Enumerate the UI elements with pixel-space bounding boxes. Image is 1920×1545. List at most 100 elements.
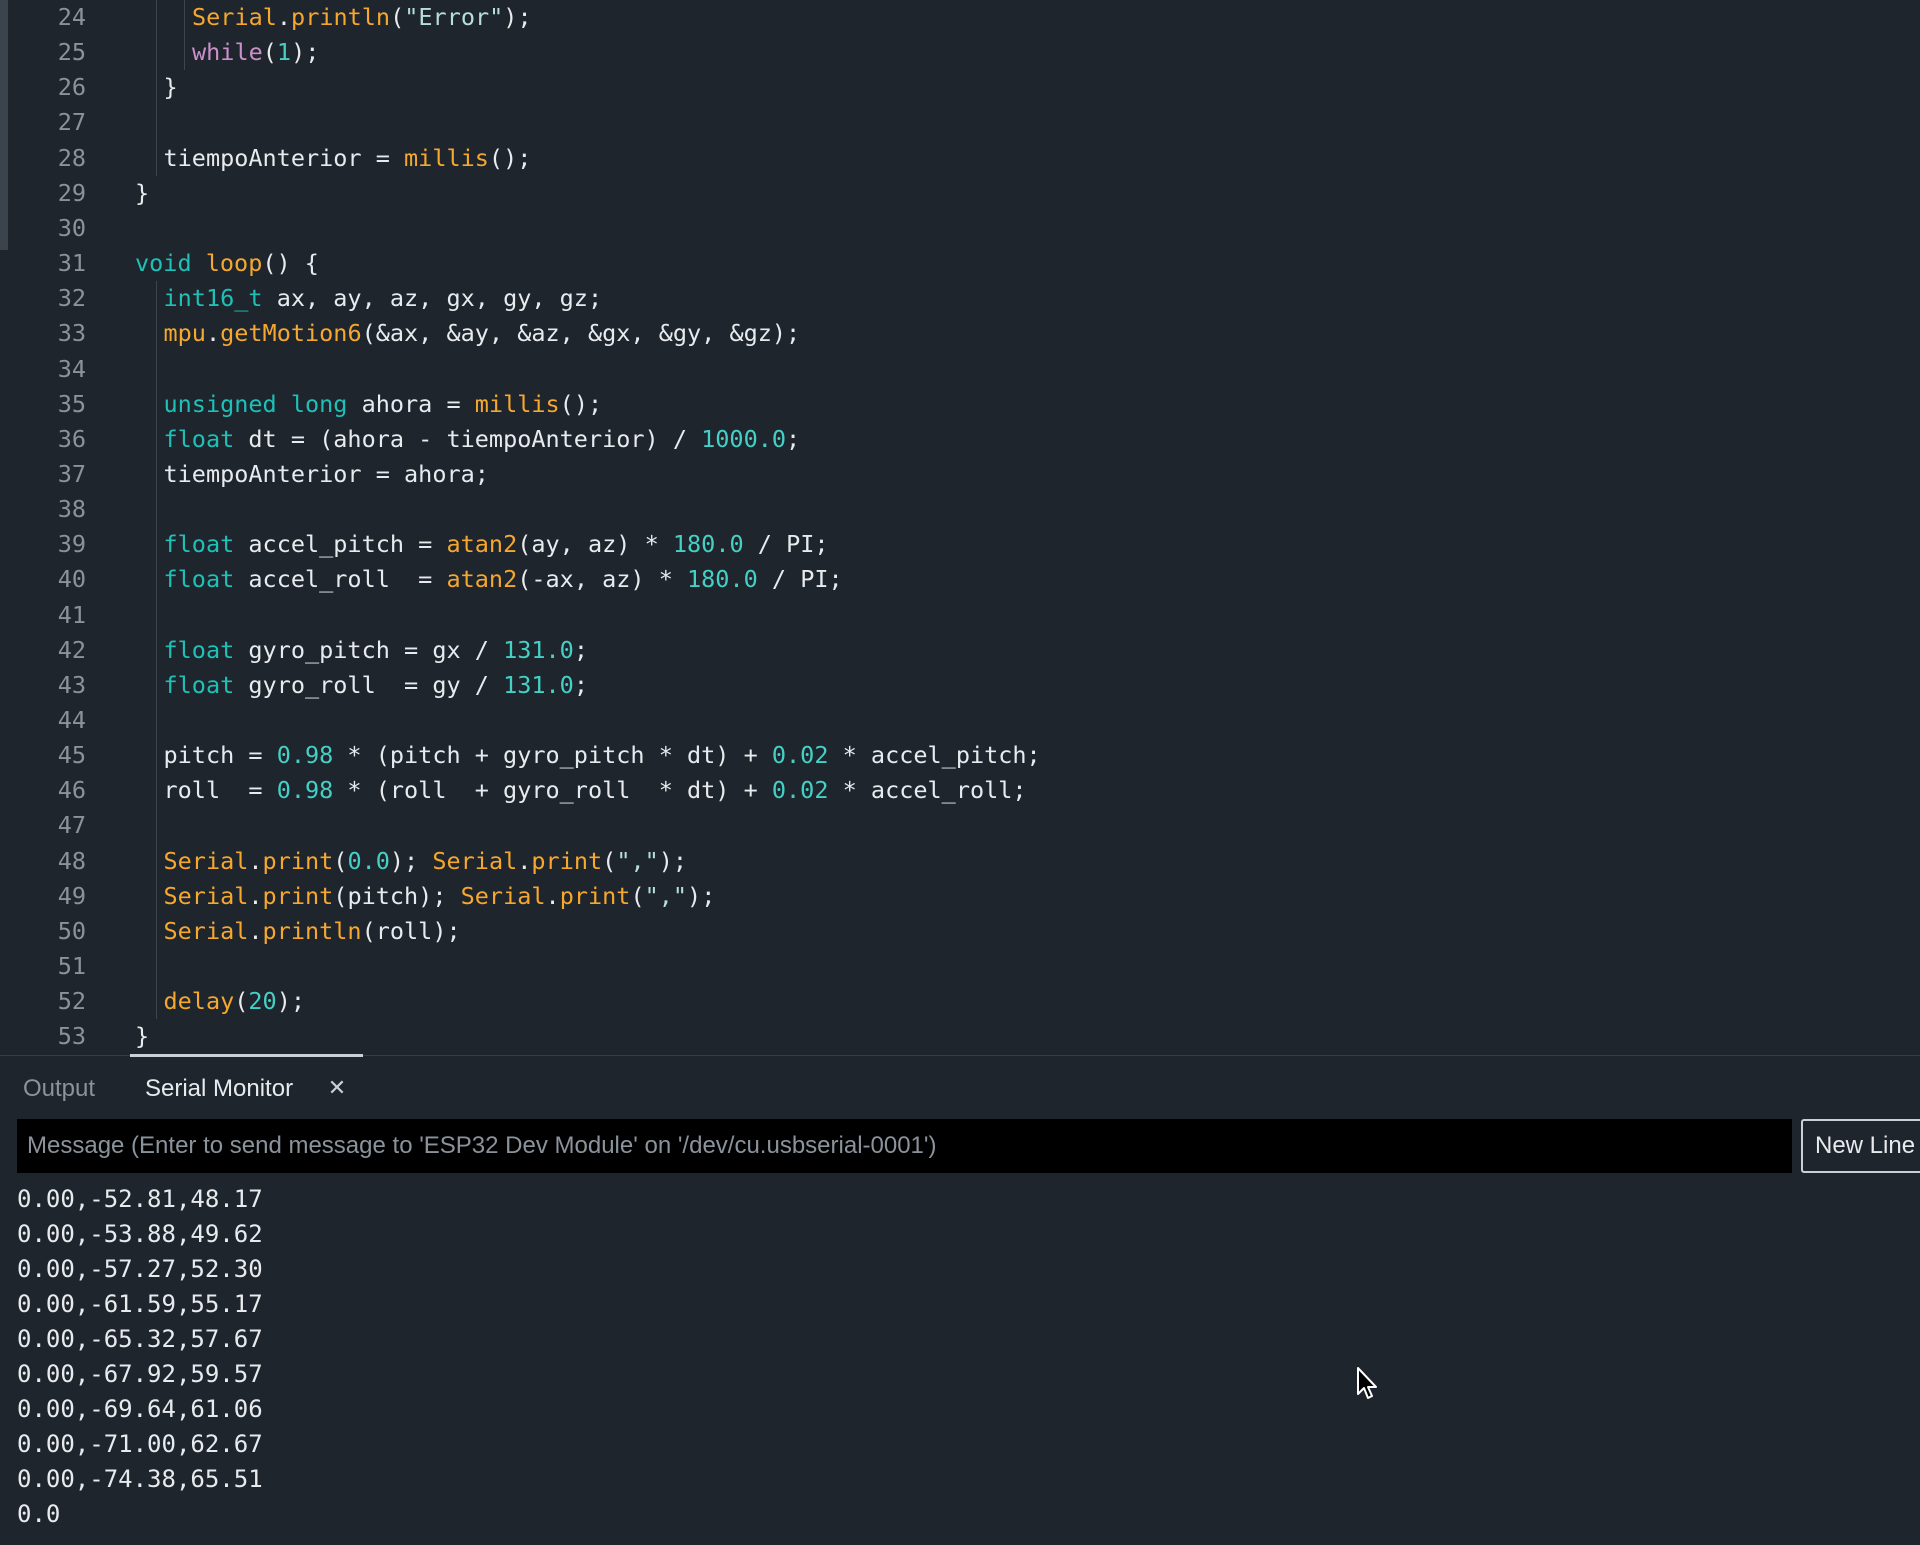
code-token: dt = (ahora - tiempoAnterior) /: [234, 424, 702, 453]
code-line[interactable]: 53}: [0, 1019, 1920, 1054]
code-token: 0.02: [771, 741, 829, 770]
code-line[interactable]: 42 float gyro_pitch = gx / 131.0;: [0, 633, 1920, 668]
code-token: mpu: [163, 319, 206, 348]
code-line[interactable]: 27: [0, 105, 1920, 140]
code-line[interactable]: 41: [0, 598, 1920, 633]
line-number: 33: [57, 319, 86, 348]
code-line[interactable]: 45 pitch = 0.98 * (pitch + gyro_pitch * d…: [0, 738, 1920, 773]
code-line[interactable]: 46 roll = 0.98 * (roll + gyro_roll * dt) …: [0, 773, 1920, 808]
serial-message-input[interactable]: [17, 1119, 1792, 1173]
code-line[interactable]: 49 Serial.print(pitch); Serial.print(",")…: [0, 879, 1920, 914]
code-text: }: [135, 176, 149, 211]
code-line[interactable]: 26}: [0, 70, 1920, 105]
line-number: 27: [57, 108, 86, 137]
code-token: while: [192, 38, 263, 67]
code-line[interactable]: 24 Serial.println("Error");: [0, 0, 1920, 35]
code-text: float accel_pitch = atan2(ay, az) * 180.…: [164, 527, 829, 562]
code-token: pitch =: [163, 741, 277, 770]
close-icon[interactable]: ✕: [323, 1056, 351, 1121]
code-token: gyro_pitch = gx /: [234, 635, 504, 664]
code-text: void loop() {: [135, 246, 319, 281]
code-line[interactable]: 51: [0, 949, 1920, 984]
code-token: Serial: [460, 881, 546, 910]
code-line[interactable]: 25 while(1);: [0, 35, 1920, 70]
code-text: float gyro_roll = gy / 131.0;: [164, 668, 588, 703]
tab-serial-monitor[interactable]: Serial Monitor: [130, 1056, 308, 1121]
code-token: (: [333, 846, 348, 875]
line-number: 37: [57, 459, 86, 488]
code-line[interactable]: 33 mpu.getMotion6(&ax, &ay, &az, &gx, &gy…: [0, 316, 1920, 351]
code-token: }: [135, 178, 150, 207]
code-token: () {: [262, 249, 319, 278]
line-number: 42: [57, 635, 86, 664]
code-token: 131.0: [503, 635, 574, 664]
code-line[interactable]: 48 Serial.print(0.0); Serial.print(",");: [0, 844, 1920, 879]
code-line[interactable]: 31 void loop() {: [0, 246, 1920, 281]
code-token: delay: [163, 987, 235, 1016]
code-line[interactable]: 32 int16_t ax, ay, az, gx, gy, gz;: [0, 281, 1920, 316]
code-token: gyro_roll = gy /: [234, 670, 504, 699]
code-text: tiempoAnterior = millis();: [164, 141, 532, 176]
code-token: .: [248, 881, 263, 910]
code-line[interactable]: 47: [0, 808, 1920, 843]
code-line[interactable]: 39 float accel_pitch = atan2(ay, az) * 18…: [0, 527, 1920, 562]
code-token: / PI;: [757, 565, 843, 594]
code-token: "Error": [404, 3, 504, 31]
code-line[interactable]: 34: [0, 352, 1920, 387]
serial-output-line: 0.00,-61.59,55.17: [17, 1290, 263, 1318]
line-number: 40: [57, 565, 86, 594]
code-line[interactable]: 44: [0, 703, 1920, 738]
code-token: * (roll + gyro_roll * dt) +: [333, 776, 772, 805]
code-line[interactable]: 36 float dt = (ahora - tiempoAnterior) / …: [0, 422, 1920, 457]
code-token: 180.0: [672, 530, 744, 559]
code-token: ();: [559, 389, 603, 418]
code-token: );: [658, 846, 688, 875]
code-token: );: [276, 987, 305, 1016]
code-line[interactable]: 30: [0, 211, 1920, 246]
code-editor[interactable]: 24 Serial.println("Error"); 25 while(1); 26}…: [0, 0, 1920, 1055]
bottom-panel: Output Serial Monitor ✕ New Line 0.00,-5…: [0, 1054, 1920, 1545]
code-token: (: [262, 38, 277, 67]
code-line[interactable]: 38: [0, 492, 1920, 527]
code-line[interactable]: 52 delay(20);: [0, 984, 1920, 1019]
code-line[interactable]: 37 tiempoAnterior = ahora;: [0, 457, 1920, 492]
code-token: atan2: [446, 565, 518, 594]
line-number: 41: [57, 600, 86, 629]
tab-output[interactable]: Output: [23, 1056, 95, 1121]
code-text: float accel_roll = atan2(-ax, az) * 180.…: [164, 562, 843, 597]
line-number: 26: [57, 73, 86, 102]
code-line[interactable]: 50 Serial.println(roll);: [0, 914, 1920, 949]
code-line[interactable]: 40 float accel_roll = atan2(-ax, az) * 18…: [0, 562, 1920, 597]
line-ending-select[interactable]: New Line: [1801, 1119, 1920, 1173]
line-number: 46: [57, 776, 86, 805]
code-line[interactable]: 35 unsigned long ahora = millis();: [0, 387, 1920, 422]
line-number: 43: [57, 670, 86, 699]
code-text: mpu.getMotion6(&ax, &ay, &az, &gx, &gy, …: [164, 316, 801, 351]
code-token: loop: [205, 249, 263, 278]
indent-guide: [184, 0, 185, 71]
code-token: ;: [573, 670, 588, 699]
code-token: .: [276, 3, 292, 31]
code-token: ;: [573, 635, 588, 664]
code-text: roll = 0.98 * (roll + gyro_roll * dt) + …: [164, 773, 1027, 808]
line-number: 24: [57, 3, 86, 31]
code-token: roll =: [163, 776, 277, 805]
indent-guide: [155, 0, 157, 176]
line-number: 51: [57, 952, 86, 981]
code-token: float: [163, 530, 235, 559]
code-text: float dt = (ahora - tiempoAnterior) / 10…: [164, 422, 801, 457]
code-line[interactable]: 28 tiempoAnterior = millis();: [0, 141, 1920, 176]
code-line[interactable]: 43 float gyro_roll = gy / 131.0;: [0, 668, 1920, 703]
line-number: 32: [57, 284, 86, 313]
code-token: );: [291, 38, 320, 67]
code-token: / PI;: [743, 530, 829, 559]
serial-output-line: 0.00,-67.92,59.57: [17, 1360, 263, 1388]
code-token: float: [163, 670, 235, 699]
code-token: 20: [248, 987, 277, 1016]
code-token: float: [163, 635, 235, 664]
line-number: 35: [57, 389, 86, 418]
code-line[interactable]: 29}: [0, 176, 1920, 211]
code-token: ();: [488, 143, 532, 172]
code-token: accel_pitch =: [234, 530, 447, 559]
code-token: (-ax, az) *: [517, 565, 688, 594]
